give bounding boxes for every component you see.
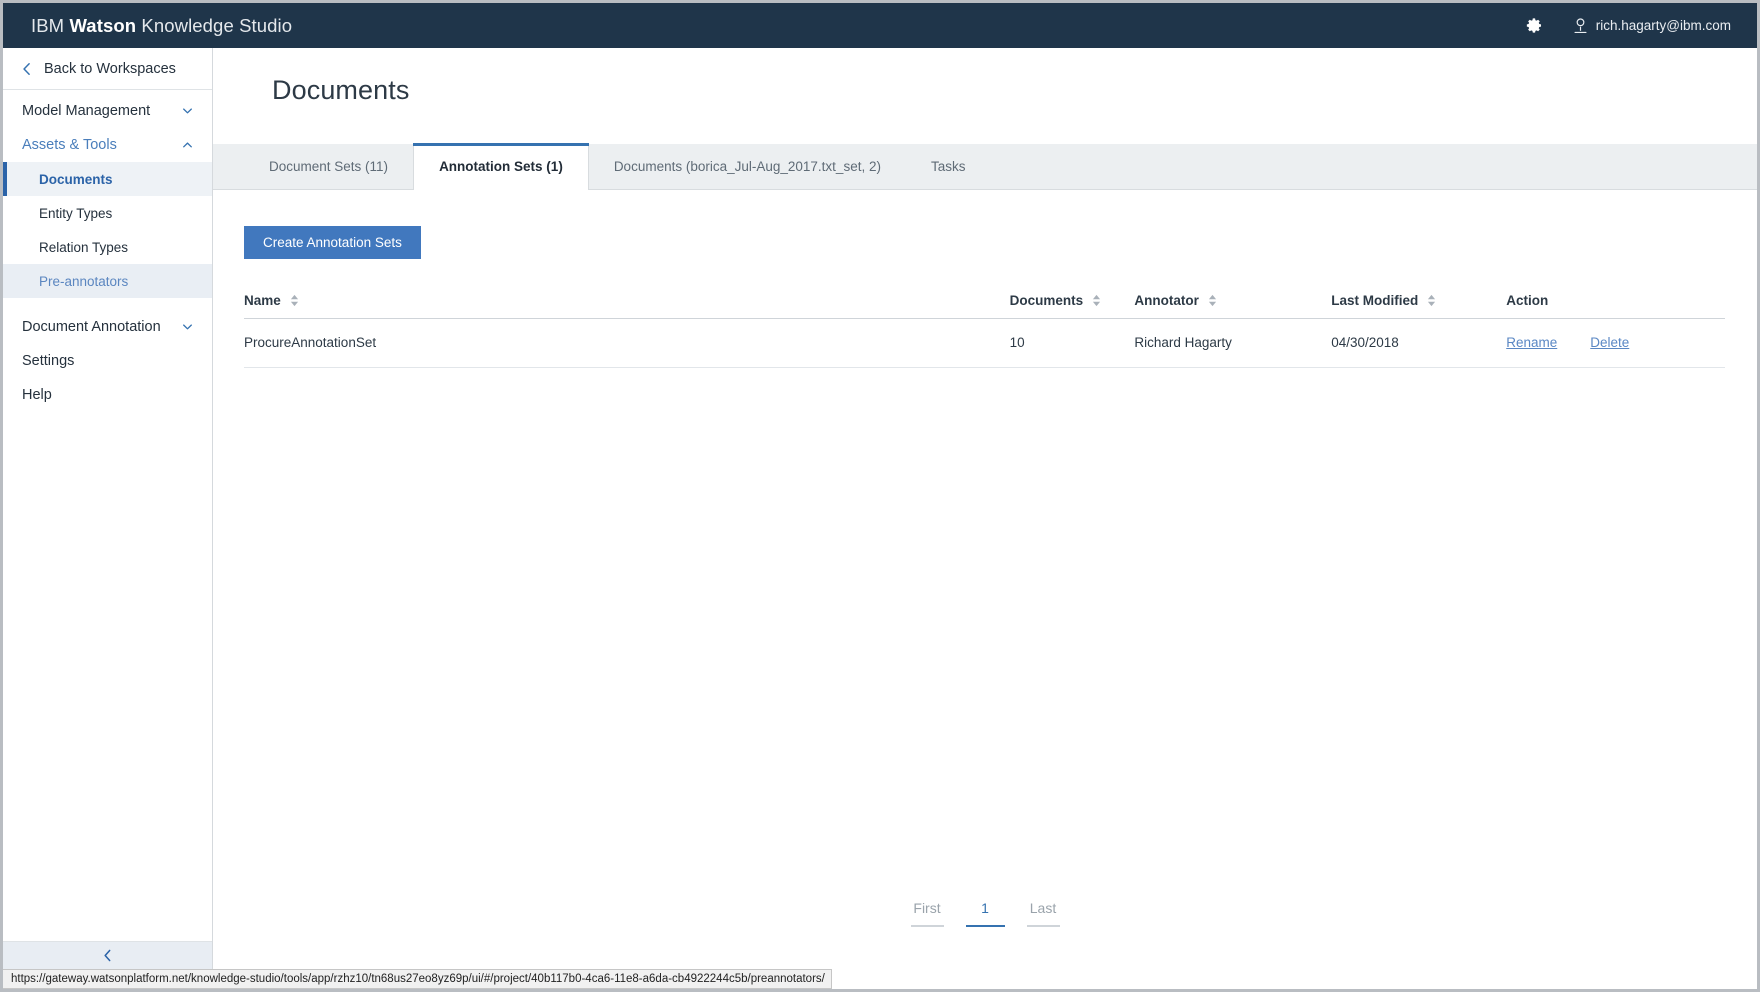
sidebar-item-label: Relation Types xyxy=(39,239,129,255)
sidebar-group-label: Document Annotation xyxy=(22,319,161,335)
user-email-label: rich.hagarty@ibm.com xyxy=(1595,18,1731,33)
tab-label: Document Sets (11) xyxy=(269,158,389,174)
cell-name: ProcureAnnotationSet xyxy=(244,318,1010,368)
sidebar-nav: Model Management Assets & Tools Document… xyxy=(3,90,212,412)
tab-label: Annotation Sets (1) xyxy=(439,159,563,174)
sidebar-item-pre-annotators[interactable]: Pre-annotators xyxy=(3,264,212,298)
sidebar-item-label: Entity Types xyxy=(39,205,113,221)
sort-icon xyxy=(1428,294,1436,307)
pagination-last-button[interactable]: Last xyxy=(1026,900,1060,927)
back-to-workspaces-label: Back to Workspaces xyxy=(44,60,176,77)
sidebar-item-settings[interactable]: Settings xyxy=(3,344,212,378)
chevron-down-icon xyxy=(183,108,192,114)
tab-label: Tasks xyxy=(930,158,966,174)
sidebar-group-label: Assets & Tools xyxy=(22,137,117,153)
app-brand[interactable]: IBM Watson Knowledge Studio xyxy=(31,15,292,37)
column-header-label: Annotator xyxy=(1134,293,1199,308)
column-header-label: Action xyxy=(1506,293,1549,308)
brand-bold: Watson xyxy=(69,14,137,36)
sidebar-item-entity-types[interactable]: Entity Types xyxy=(3,196,212,230)
sidebar-collapse-button[interactable] xyxy=(3,941,212,969)
sidebar-item-label: Documents xyxy=(39,171,113,187)
rename-link[interactable]: Rename xyxy=(1506,335,1557,350)
create-annotation-sets-button[interactable]: Create Annotation Sets xyxy=(244,226,421,259)
sidebar-item-help[interactable]: Help xyxy=(3,378,212,412)
cell-action: Rename Delete xyxy=(1506,318,1725,368)
sidebar-group-label: Model Management xyxy=(22,103,151,119)
sidebar-item-label: Help xyxy=(22,387,52,403)
cell-annotator: Richard Hagarty xyxy=(1134,318,1332,368)
main-content: Documents Document Sets (11) Annotation … xyxy=(213,48,1757,969)
tab-documents[interactable]: Documents (borica_Jul-Aug_2017.txt_set, … xyxy=(589,143,906,189)
delete-link[interactable]: Delete xyxy=(1590,335,1629,350)
sort-icon xyxy=(1208,294,1216,307)
sidebar-group-assets-tools[interactable]: Assets & Tools xyxy=(3,128,212,162)
app-window: IBM Watson Knowledge Studio rich.hagarty… xyxy=(0,0,1760,992)
gear-icon xyxy=(1526,18,1541,33)
tab-label: Documents (borica_Jul-Aug_2017.txt_set, … xyxy=(613,158,881,174)
sidebar-item-documents[interactable]: Documents xyxy=(3,162,212,196)
annotation-sets-table: Name Documents Annotator Last Modified A… xyxy=(244,293,1725,368)
chevron-left-icon xyxy=(23,62,30,75)
page-title: Documents xyxy=(272,75,410,105)
sidebar-group-model-management[interactable]: Model Management xyxy=(3,94,212,128)
table-header-row: Name Documents Annotator Last Modified A… xyxy=(244,293,1725,319)
pagination-page-1-button[interactable]: 1 xyxy=(965,900,1005,927)
sidebar-group-document-annotation[interactable]: Document Annotation xyxy=(3,310,212,344)
header-actions: rich.hagarty@ibm.com xyxy=(1526,17,1731,34)
tab-document-sets[interactable]: Document Sets (11) xyxy=(244,143,413,189)
sort-icon xyxy=(1093,294,1101,307)
tab-bar: Document Sets (11) Annotation Sets (1) D… xyxy=(213,143,1757,190)
column-header-label: Documents xyxy=(1009,293,1084,308)
column-header-label: Last Modified xyxy=(1331,293,1419,308)
tab-annotation-sets[interactable]: Annotation Sets (1) xyxy=(413,143,589,190)
chevron-left-icon xyxy=(104,949,111,962)
cell-documents: 10 xyxy=(1009,318,1135,368)
sidebar-item-label: Pre-annotators xyxy=(39,273,129,289)
sort-icon xyxy=(290,294,298,307)
column-header-last-modified[interactable]: Last Modified xyxy=(1331,293,1507,319)
column-header-name[interactable]: Name xyxy=(244,293,1010,319)
table-row[interactable]: ProcureAnnotationSet 10 Richard Hagarty … xyxy=(244,318,1725,368)
column-header-action: Action xyxy=(1506,293,1725,319)
brand-suffix: Knowledge Studio xyxy=(136,14,293,36)
tab-tasks[interactable]: Tasks xyxy=(906,143,991,189)
chevron-up-icon xyxy=(183,142,192,148)
app-header: IBM Watson Knowledge Studio rich.hagarty… xyxy=(3,3,1757,48)
pagination: First 1 Last xyxy=(213,900,1757,927)
brand-prefix: IBM xyxy=(31,14,70,36)
pagination-first-button[interactable]: First xyxy=(910,900,944,927)
column-header-label: Name xyxy=(244,293,281,308)
settings-gear-button[interactable] xyxy=(1526,17,1543,34)
cell-last-modified: 04/30/2018 xyxy=(1331,318,1507,368)
column-header-documents[interactable]: Documents xyxy=(1009,293,1135,319)
status-bar-url: https://gateway.watsonplatform.net/knowl… xyxy=(3,969,832,989)
sidebar: Back to Workspaces Model Management Asse… xyxy=(3,48,213,969)
sidebar-item-relation-types[interactable]: Relation Types xyxy=(3,230,212,264)
column-header-annotator[interactable]: Annotator xyxy=(1134,293,1332,319)
sidebar-item-label: Settings xyxy=(22,353,75,369)
user-icon xyxy=(1574,17,1587,33)
user-account-button[interactable]: rich.hagarty@ibm.com xyxy=(1573,17,1731,34)
back-to-workspaces-button[interactable]: Back to Workspaces xyxy=(3,48,212,90)
chevron-down-icon xyxy=(183,324,192,330)
